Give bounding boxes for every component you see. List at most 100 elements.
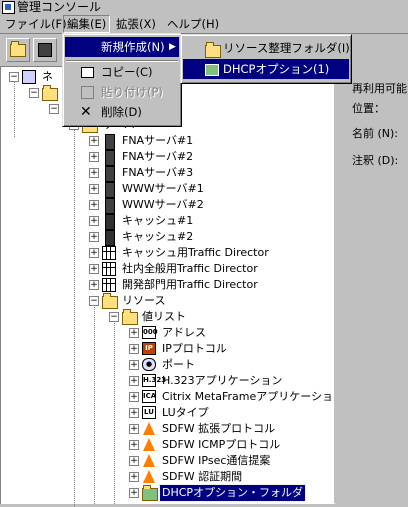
cone-icon [142, 470, 156, 484]
tree-node-dhcp-folder[interactable]: + DHCPオプション・フォルダ [129, 484, 329, 502]
tree-node-ip-protocol[interactable]: + IP IPプロトコル [129, 341, 329, 357]
menu-item-label: 貼り付け(P) [101, 85, 163, 99]
collapse-icon[interactable]: − [9, 72, 19, 82]
open-button[interactable] [6, 38, 30, 62]
tree-node-sdfw-auth[interactable]: + SDFW 認証期間 [129, 469, 329, 485]
tree-node-port[interactable]: + ● ポート [129, 357, 329, 373]
expand-icon[interactable]: + [129, 344, 139, 354]
expand-icon[interactable]: + [129, 376, 139, 386]
title-bar: 管理コンソール [0, 0, 408, 14]
expand-icon[interactable]: + [89, 184, 99, 194]
copy-icon [81, 67, 94, 78]
tree-node-cache2[interactable]: + キャッシュ#2 [89, 229, 329, 246]
expand-icon[interactable]: + [129, 408, 139, 418]
submenu-arrow-icon: ▶ [169, 42, 176, 52]
edit-menu: 新規作成(N) ▶ コピー(C) 貼り付け(P) ✕ 削除(D) [62, 33, 182, 127]
expand-icon[interactable]: + [129, 360, 139, 370]
new-submenu: リソース整理フォルダ(I) DHCPオプション(1) [180, 34, 352, 84]
cone-icon [142, 422, 156, 436]
folder-open-icon [10, 41, 26, 57]
cone-icon [142, 438, 156, 452]
tree-node-label: WWWサーバ#2 [122, 198, 204, 211]
tree-node-label: SDFW 拡張プロトコル [162, 422, 276, 435]
expand-icon[interactable]: + [129, 440, 139, 450]
tree-node-sdfw-ipsec[interactable]: + SDFW IPsec通信提案 [129, 453, 329, 469]
tree-node-fna1[interactable]: + FNAサーバ#1 [89, 133, 329, 150]
tree-line [94, 304, 95, 504]
menu-help[interactable]: ヘルプ(H) [164, 16, 222, 32]
tree-node-lu-type[interactable]: + LU LUタイプ [129, 405, 329, 421]
expand-icon[interactable]: + [89, 168, 99, 178]
menu-item-dhcp-option[interactable]: DHCPオプション(1) [183, 59, 349, 79]
tree-node-citrix[interactable]: + ICA Citrix MetaFrameアプリケーション [129, 389, 344, 405]
menu-item-resource-folder[interactable]: リソース整理フォルダ(I) [183, 38, 350, 58]
cone-icon [142, 454, 156, 468]
save-button[interactable] [33, 38, 57, 62]
tree-node-td-dev[interactable]: + 開発部門用Traffic Director [89, 277, 329, 293]
menu-item-label: リソース整理フォルダ(I) [223, 41, 350, 55]
tree-node-fna2[interactable]: + FNAサーバ#2 [89, 149, 329, 166]
expand-icon[interactable]: + [89, 152, 99, 162]
expand-icon[interactable]: + [129, 392, 139, 402]
tree-node-label: LUタイプ [162, 406, 209, 419]
expand-icon[interactable]: + [129, 472, 139, 482]
tree-node-label: FNAサーバ#2 [122, 150, 194, 163]
expand-icon[interactable]: + [89, 280, 99, 290]
window-title: 管理コンソール [17, 0, 102, 14]
expand-icon[interactable]: + [129, 328, 139, 338]
cache-server-icon [102, 230, 116, 246]
tree-pane[interactable]: − ネ − − − サーバ + FNAサーバ#1 + FNAサーバ#2 + FN… [0, 66, 344, 507]
tree-node-label: SDFW 認証期間 [162, 470, 243, 483]
expand-icon[interactable]: + [129, 456, 139, 466]
tree-node-label: SDFW IPsec通信提案 [162, 454, 271, 467]
tree-node-address[interactable]: + 000 アドレス [129, 325, 329, 341]
menu-item-copy[interactable]: コピー(C) [65, 62, 179, 82]
tree-node-h323[interactable]: + H.323 H.323アプリケーション [129, 373, 329, 389]
tree-node-sdfw-ext[interactable]: + SDFW 拡張プロトコル [129, 421, 329, 437]
menu-item-new[interactable]: 新規作成(N) ▶ [65, 37, 179, 57]
tree-node-www2[interactable]: + WWWサーバ#2 [89, 197, 329, 214]
expand-icon[interactable]: + [129, 488, 139, 498]
app-icon[interactable] [2, 1, 15, 14]
tree-node-label: DHCPオプション・フォルダ [158, 484, 307, 502]
expand-icon[interactable]: + [89, 200, 99, 210]
collapse-icon[interactable]: − [89, 296, 99, 306]
server-icon [102, 182, 116, 198]
menu-file[interactable]: ファイル(F) [2, 16, 70, 32]
tree-line [74, 127, 75, 507]
traffic-director-icon [102, 278, 116, 292]
tree-node-td-cache[interactable]: + キャッシュ用Traffic Director [89, 245, 329, 261]
collapse-icon[interactable]: − [49, 104, 59, 114]
disk-icon [38, 43, 52, 57]
expand-icon[interactable]: + [89, 216, 99, 226]
tree-node-td-general[interactable]: + 社内全般用Traffic Director [89, 261, 329, 277]
menu-item-paste[interactable]: 貼り付け(P) [65, 82, 179, 102]
tree-node-cache1[interactable]: + キャッシュ#1 [89, 213, 329, 230]
tree-node-sdfw-icmp[interactable]: + SDFW ICMPプロトコル [129, 437, 329, 453]
expand-icon[interactable]: + [89, 264, 99, 274]
tree-node-label: 値リスト [142, 310, 186, 323]
tree-node-value-list[interactable]: − 値リスト [109, 309, 329, 325]
expand-icon[interactable]: + [89, 136, 99, 146]
tree-node-root[interactable]: − ネ [9, 69, 69, 85]
tree-node-resources[interactable]: − リソース [89, 293, 329, 309]
server-icon [102, 134, 116, 150]
tree-node-www1[interactable]: + WWWサーバ#1 [89, 181, 329, 198]
menu-item-delete[interactable]: ✕ 削除(D) [65, 102, 179, 122]
menu-extend[interactable]: 拡張(X) [113, 16, 159, 32]
collapse-icon[interactable]: − [29, 88, 39, 98]
tree-node-label: H.323アプリケーション [162, 374, 283, 387]
menu-item-label: 新規作成(N) [101, 40, 165, 54]
tree-node-label: Citrix MetaFrameアプリケーション [162, 390, 344, 403]
expand-icon[interactable]: + [89, 232, 99, 242]
dhcp-option-icon [205, 64, 219, 76]
location-label: 位置： [352, 102, 385, 115]
expand-icon[interactable]: + [89, 248, 99, 258]
server-icon [102, 198, 116, 214]
expand-icon[interactable]: + [129, 424, 139, 434]
menu-edit[interactable]: 編集(E) [63, 15, 111, 33]
traffic-director-icon [102, 246, 116, 260]
tree-node-fna3[interactable]: + FNAサーバ#3 [89, 165, 329, 182]
tree-line [114, 320, 115, 504]
collapse-icon[interactable]: − [109, 312, 119, 322]
